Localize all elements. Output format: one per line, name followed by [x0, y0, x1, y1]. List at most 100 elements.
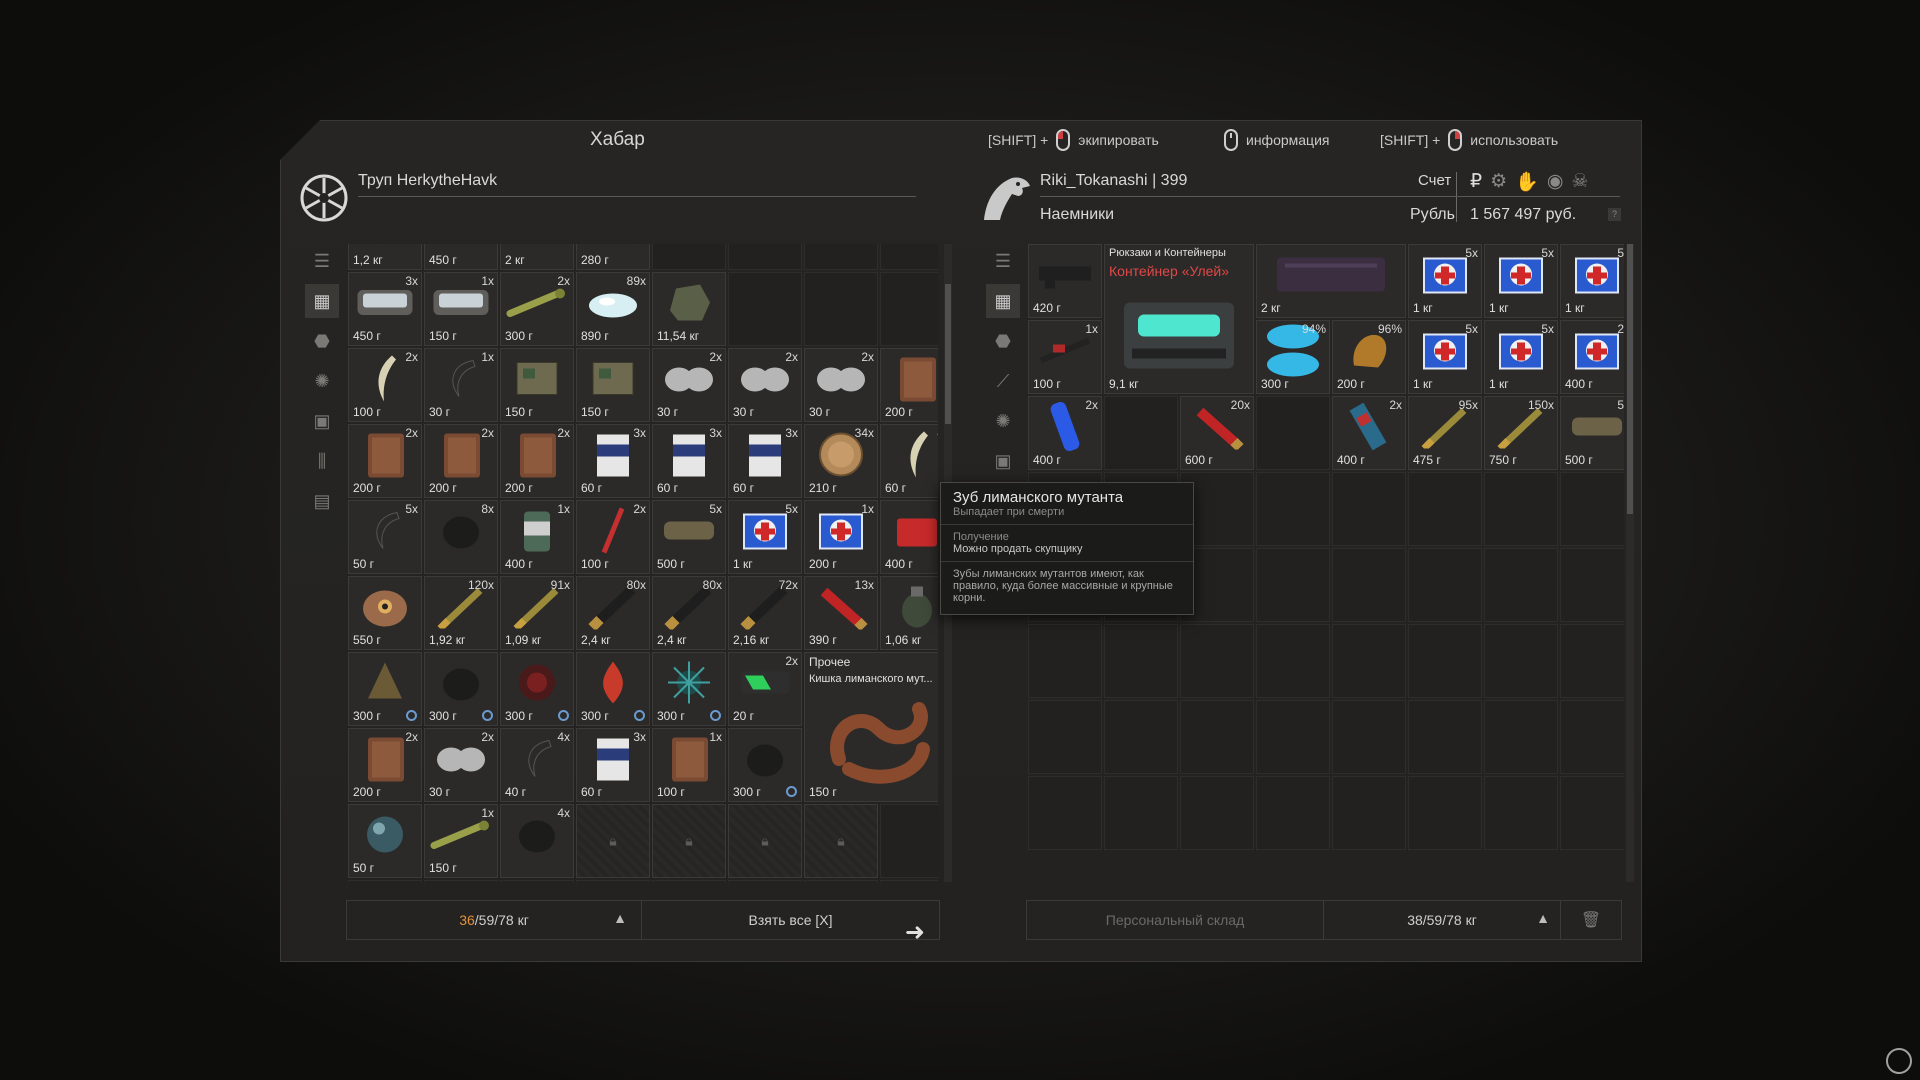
- empty-slot[interactable]: [1028, 776, 1102, 850]
- player-slot[interactable]: 5x 1 кг: [1484, 244, 1558, 318]
- loot-slot[interactable]: 1x 100 г: [652, 728, 726, 802]
- loot-slot[interactable]: 2x 100 г: [576, 500, 650, 574]
- player-filter-artifact-icon[interactable]: ✺: [986, 404, 1020, 438]
- loot-slot[interactable]: 3x 450 г: [348, 272, 422, 346]
- loot-slot[interactable]: 4x 60 г: [880, 424, 938, 498]
- player-slot[interactable]: 9,1 кг Рюкзаки и Контейнеры Контейнер «Уле…: [1104, 244, 1254, 394]
- empty-slot[interactable]: [1560, 624, 1624, 698]
- loot-slot[interactable]: 13x 390 г: [804, 576, 878, 650]
- loot-slot[interactable]: 2x 200 г: [500, 424, 574, 498]
- loot-slot[interactable]: 280 г: [576, 244, 650, 270]
- loot-slot[interactable]: 11,54 кг: [652, 272, 726, 346]
- loot-slot[interactable]: 1x 150 г: [424, 272, 498, 346]
- empty-slot[interactable]: [500, 880, 574, 882]
- empty-slot[interactable]: [1408, 472, 1482, 546]
- player-slot[interactable]: 2x 400 г: [1332, 396, 1406, 470]
- loot-slot[interactable]: 80x 2,4 кг: [652, 576, 726, 650]
- empty-slot[interactable]: [1484, 700, 1558, 774]
- player-filter-all-icon[interactable]: ▦: [986, 284, 1020, 318]
- help-icon[interactable]: ?: [1608, 208, 1621, 221]
- empty-slot[interactable]: [1484, 548, 1558, 622]
- empty-slot[interactable]: [1560, 472, 1624, 546]
- empty-slot[interactable]: [1104, 776, 1178, 850]
- player-slot[interactable]: 5x 1 кг: [1408, 244, 1482, 318]
- filter-all-icon[interactable]: ▦: [305, 284, 339, 318]
- loot-slot[interactable]: 300 г: [652, 652, 726, 726]
- player-slot[interactable]: 5x 500 г: [1560, 396, 1624, 470]
- loot-slot[interactable]: 2x 200 г: [880, 348, 938, 422]
- empty-slot[interactable]: [1028, 700, 1102, 774]
- loot-slot[interactable]: 300 г: [500, 652, 574, 726]
- loot-slot[interactable]: 2x 100 г: [348, 348, 422, 422]
- player-filter-armor-icon[interactable]: ⬣: [986, 324, 1020, 358]
- loot-slot[interactable]: 4x 40 г: [500, 728, 574, 802]
- coin-currency-icon[interactable]: ◉: [1547, 170, 1564, 194]
- empty-slot[interactable]: [1104, 396, 1178, 470]
- player-slot[interactable]: 420 г: [1028, 244, 1102, 318]
- empty-slot[interactable]: [1028, 624, 1102, 698]
- loot-slot[interactable]: 2x 400 г: [880, 500, 938, 574]
- empty-slot[interactable]: [1332, 776, 1406, 850]
- empty-slot[interactable]: [1408, 624, 1482, 698]
- filter-list-icon[interactable]: ☰: [305, 244, 339, 278]
- loot-slot[interactable]: 3x 60 г: [728, 424, 802, 498]
- refresh-icon[interactable]: [1886, 1048, 1912, 1074]
- empty-slot[interactable]: [1256, 700, 1330, 774]
- loot-slot[interactable]: 150 г: [576, 348, 650, 422]
- personal-storage-button[interactable]: Персональный склад: [1027, 912, 1323, 928]
- loot-slot[interactable]: 150 г: [500, 348, 574, 422]
- filter-device-icon[interactable]: ▣: [305, 404, 339, 438]
- player-scrollbar[interactable]: [1626, 244, 1634, 882]
- loot-slot[interactable]: 2x 20 г: [728, 652, 802, 726]
- loot-slot[interactable]: 80x 2,4 кг: [576, 576, 650, 650]
- player-filter-list-icon[interactable]: ☰: [986, 244, 1020, 278]
- loot-slot[interactable]: 2x 200 г: [424, 424, 498, 498]
- take-all-button[interactable]: Взять все [X] ➜: [642, 912, 939, 946]
- loot-slot[interactable]: 2x 30 г: [424, 728, 498, 802]
- empty-slot[interactable]: [728, 272, 802, 346]
- empty-slot[interactable]: [728, 244, 802, 270]
- loot-slot[interactable]: 5x 1 кг: [728, 500, 802, 574]
- empty-slot[interactable]: [424, 880, 498, 882]
- empty-slot[interactable]: [1180, 624, 1254, 698]
- player-slot[interactable]: 150x 750 г: [1484, 396, 1558, 470]
- loot-slot-intestine[interactable]: Прочее Кишка лиманского мут... 1x 150 г: [804, 652, 938, 802]
- player-slot[interactable]: 5x 1 кг: [1484, 320, 1558, 394]
- empty-slot[interactable]: [1332, 700, 1406, 774]
- empty-slot[interactable]: [880, 804, 938, 878]
- player-slot[interactable]: 20x 600 г: [1180, 396, 1254, 470]
- loot-slot[interactable]: 3x 60 г: [576, 728, 650, 802]
- loot-slot[interactable]: 2x 200 г: [348, 728, 422, 802]
- empty-slot[interactable]: [652, 880, 726, 882]
- skull-currency-icon[interactable]: ☠: [1571, 170, 1588, 194]
- filter-artifact-icon[interactable]: ✺: [305, 364, 339, 398]
- player-slot[interactable]: 1x 100 г: [1028, 320, 1102, 394]
- empty-slot[interactable]: [1256, 472, 1330, 546]
- loot-slot[interactable]: 91x 1,09 кг: [500, 576, 574, 650]
- empty-slot[interactable]: [804, 880, 878, 882]
- ruble-icon[interactable]: ₽: [1470, 170, 1482, 194]
- empty-slot[interactable]: [1332, 472, 1406, 546]
- loot-slot[interactable]: 8x: [424, 500, 498, 574]
- loot-slot[interactable]: 3x 60 г: [652, 424, 726, 498]
- empty-slot[interactable]: [1256, 776, 1330, 850]
- filter-misc-icon[interactable]: ▤: [305, 484, 339, 518]
- loot-slot[interactable]: 1x 30 г: [424, 348, 498, 422]
- empty-slot[interactable]: [1484, 472, 1558, 546]
- player-filter-device-icon[interactable]: ▣: [986, 444, 1020, 478]
- loot-slot[interactable]: 1x 200 г: [804, 500, 878, 574]
- loot-slot[interactable]: 2x 1,06 кг: [880, 576, 938, 650]
- empty-slot[interactable]: [652, 244, 726, 270]
- loot-slot[interactable]: 1x 400 г: [500, 500, 574, 574]
- empty-slot[interactable]: [1408, 548, 1482, 622]
- currency-selector[interactable]: ₽ ⚙ ✋ ◉ ☠: [1470, 170, 1588, 194]
- loot-slot[interactable]: 34x 210 г: [804, 424, 878, 498]
- empty-slot[interactable]: [1180, 700, 1254, 774]
- empty-slot[interactable]: [1560, 700, 1624, 774]
- loot-slot[interactable]: 300 г: [348, 652, 422, 726]
- empty-slot[interactable]: [728, 880, 802, 882]
- loot-slot[interactable]: 3x 60 г: [576, 424, 650, 498]
- loot-slot[interactable]: 2x 200 г: [348, 424, 422, 498]
- loot-scrollbar-thumb[interactable]: [945, 284, 951, 424]
- player-slot[interactable]: 2 кг: [1256, 244, 1406, 318]
